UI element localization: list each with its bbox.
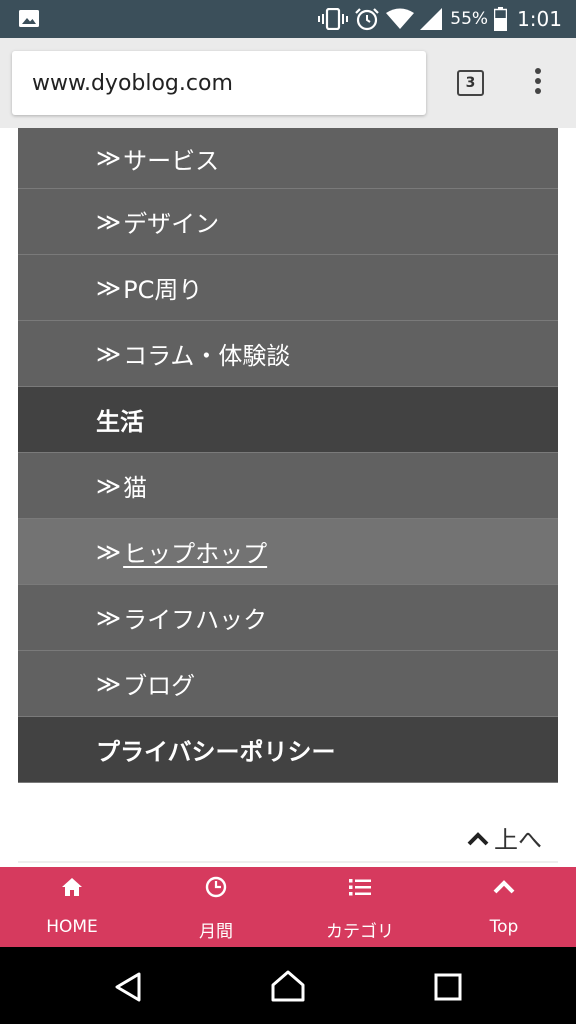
menu-item-label: ヒップホップ bbox=[123, 540, 268, 568]
back-to-top-link[interactable]: 上へ bbox=[466, 820, 542, 855]
nav-category[interactable]: カテゴリ bbox=[288, 867, 432, 947]
menu-item-design[interactable]: ≫ デザイン bbox=[18, 189, 558, 255]
menu-item-blog[interactable]: ≫ ブログ bbox=[18, 651, 558, 717]
battery-icon bbox=[494, 7, 508, 31]
menu-item-pc[interactable]: ≫ PC周り bbox=[18, 255, 558, 321]
browser-toolbar: www.dyoblog.com 3 bbox=[0, 38, 576, 128]
menu-header-privacy[interactable]: プライバシーポリシー bbox=[18, 717, 558, 783]
menu-item-label: 猫 bbox=[123, 474, 148, 502]
clock-icon bbox=[204, 875, 228, 899]
home-icon bbox=[60, 875, 84, 899]
overflow-menu-icon[interactable] bbox=[533, 68, 543, 98]
bottom-navigation: HOME 月間 カテゴリ Top bbox=[0, 867, 576, 947]
home-button-icon[interactable] bbox=[270, 969, 306, 1003]
recents-icon[interactable] bbox=[434, 973, 462, 1001]
menu-item-label: プライバシーポリシー bbox=[96, 738, 336, 766]
back-to-top-label: 上へ bbox=[494, 826, 542, 854]
battery-percent: 55% bbox=[450, 9, 489, 29]
nav-home[interactable]: HOME bbox=[0, 867, 144, 947]
nav-monthly[interactable]: 月間 bbox=[144, 867, 288, 947]
vibrate-icon bbox=[318, 8, 349, 30]
nav-label: 月間 bbox=[199, 922, 233, 942]
nav-label: カテゴリ bbox=[326, 922, 394, 942]
menu-item-label: 生活 bbox=[96, 408, 144, 436]
menu-item-cat[interactable]: ≫ 猫 bbox=[18, 453, 558, 519]
menu-item-label: PC周り bbox=[123, 276, 203, 304]
system-navigation-bar bbox=[0, 947, 576, 1024]
page-content: ≫ サービス ≫ デザイン ≫ PC周り ≫ コラム・体験談 生活 ≫ 猫 ≫ ヒップホップ… bbox=[0, 128, 576, 868]
chevron-up-icon bbox=[467, 831, 489, 845]
list-icon bbox=[348, 875, 372, 899]
menu-item-column[interactable]: ≫ コラム・体験談 bbox=[18, 321, 558, 387]
nav-label: HOME bbox=[46, 917, 98, 937]
menu-item-label: デザイン bbox=[123, 210, 220, 238]
menu-item-label: コラム・体験談 bbox=[123, 342, 291, 370]
wifi-icon bbox=[386, 8, 415, 29]
image-icon bbox=[19, 10, 39, 27]
menu-item-label: ライフハック bbox=[123, 606, 268, 634]
status-bar: 55% 1:01 bbox=[0, 0, 576, 38]
signal-icon bbox=[420, 8, 443, 30]
menu-item-label: サービス bbox=[123, 146, 220, 175]
address-bar[interactable]: www.dyoblog.com bbox=[12, 51, 426, 115]
menu-header-life[interactable]: 生活 bbox=[18, 387, 558, 453]
nav-label: Top bbox=[489, 917, 519, 937]
alarm-icon bbox=[355, 8, 380, 31]
menu-item-lifehack[interactable]: ≫ ライフハック bbox=[18, 585, 558, 651]
menu-item-service[interactable]: ≫ サービス bbox=[18, 128, 558, 189]
url-text[interactable]: www.dyoblog.com bbox=[32, 71, 233, 96]
tab-switcher-button[interactable]: 3 bbox=[457, 70, 484, 96]
menu-item-hiphop[interactable]: ≫ ヒップホップ bbox=[18, 519, 558, 585]
category-menu: ≫ サービス ≫ デザイン ≫ PC周り ≫ コラム・体験談 生活 ≫ 猫 ≫ ヒップホップ… bbox=[18, 128, 558, 783]
chevron-up-icon bbox=[492, 875, 516, 899]
menu-item-label: ブログ bbox=[123, 672, 196, 700]
clock-time: 1:01 bbox=[517, 7, 562, 31]
back-icon[interactable] bbox=[112, 971, 144, 1003]
divider bbox=[18, 861, 558, 863]
nav-top[interactable]: Top bbox=[432, 867, 576, 947]
